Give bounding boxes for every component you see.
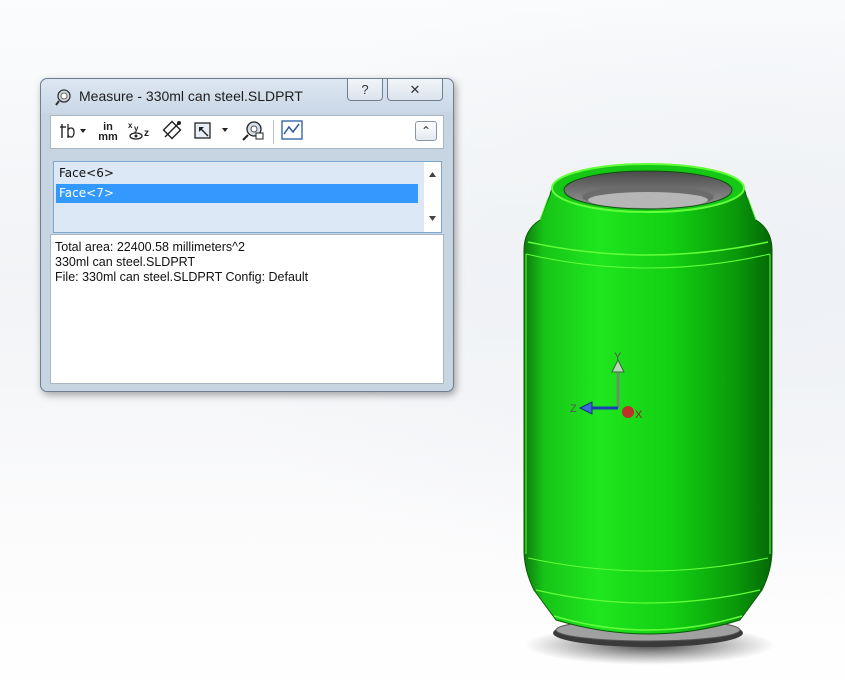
selection-list[interactable]: Face<6> Face<7> bbox=[53, 161, 442, 233]
scroll-down-icon bbox=[429, 216, 436, 221]
measure-dialog: Measure - 330ml can steel.SLDPRT ? ✕ in … bbox=[40, 78, 454, 392]
show-xyz-measurements-button[interactable]: x y z bbox=[125, 120, 155, 144]
help-icon: ? bbox=[361, 82, 369, 97]
dialog-titlebar[interactable]: Measure - 330ml can steel.SLDPRT ? ✕ bbox=[41, 79, 453, 113]
results-panel: Total area: 22400.58 millimeters^2 330ml… bbox=[50, 234, 444, 384]
point-to-point-button[interactable] bbox=[159, 120, 187, 144]
triad-x-label: X bbox=[635, 409, 643, 421]
measurement-history-icon bbox=[281, 119, 303, 145]
can-model[interactable] bbox=[500, 150, 820, 680]
dialog-title: Measure - 330ml can steel.SLDPRT bbox=[79, 88, 303, 104]
units-precision-icon: in mm bbox=[98, 122, 118, 143]
close-button[interactable]: ✕ bbox=[387, 79, 443, 101]
units-bottom-label: mm bbox=[98, 131, 118, 143]
selection-item[interactable]: Face<6> bbox=[56, 164, 418, 183]
toolbar-separator bbox=[273, 120, 274, 144]
arc-circle-measure-icon bbox=[59, 120, 89, 145]
projection-icon bbox=[192, 119, 236, 146]
svg-text:y: y bbox=[134, 124, 139, 133]
show-xyz-measurements-icon: x y z bbox=[126, 119, 154, 146]
close-icon: ✕ bbox=[409, 81, 421, 97]
point-to-point-icon bbox=[161, 119, 185, 146]
measure-icon bbox=[55, 88, 73, 106]
collapse-button[interactable]: ⌃ bbox=[415, 121, 437, 141]
arc-circle-measure-button[interactable] bbox=[57, 120, 91, 144]
measure-toolbar: in mm x y z ⌃ bbox=[50, 115, 444, 149]
svg-text:x: x bbox=[128, 121, 133, 130]
selection-scrollbar[interactable] bbox=[423, 162, 441, 232]
projection-button[interactable] bbox=[191, 120, 237, 144]
scroll-up-icon bbox=[429, 172, 436, 177]
result-file-config: File: 330ml can steel.SLDPRT Config: Def… bbox=[55, 270, 309, 284]
coordinate-system-icon bbox=[241, 119, 265, 146]
units-precision-button[interactable]: in mm bbox=[95, 120, 121, 144]
reference-triad: Y Z X bbox=[568, 350, 648, 430]
svg-text:z: z bbox=[144, 128, 149, 139]
measurement-history-button[interactable] bbox=[279, 119, 305, 145]
result-part-name: 330ml can steel.SLDPRT bbox=[55, 255, 196, 269]
selection-item-selected[interactable]: Face<7> bbox=[56, 184, 418, 203]
help-button[interactable]: ? bbox=[347, 79, 383, 101]
triad-z-label: Z bbox=[570, 403, 577, 415]
coordinate-system-button[interactable] bbox=[239, 120, 267, 144]
result-total-area: Total area: 22400.58 millimeters^2 bbox=[55, 240, 245, 254]
chevron-up-icon: ⌃ bbox=[420, 124, 432, 138]
triad-y-label: Y bbox=[614, 351, 622, 363]
